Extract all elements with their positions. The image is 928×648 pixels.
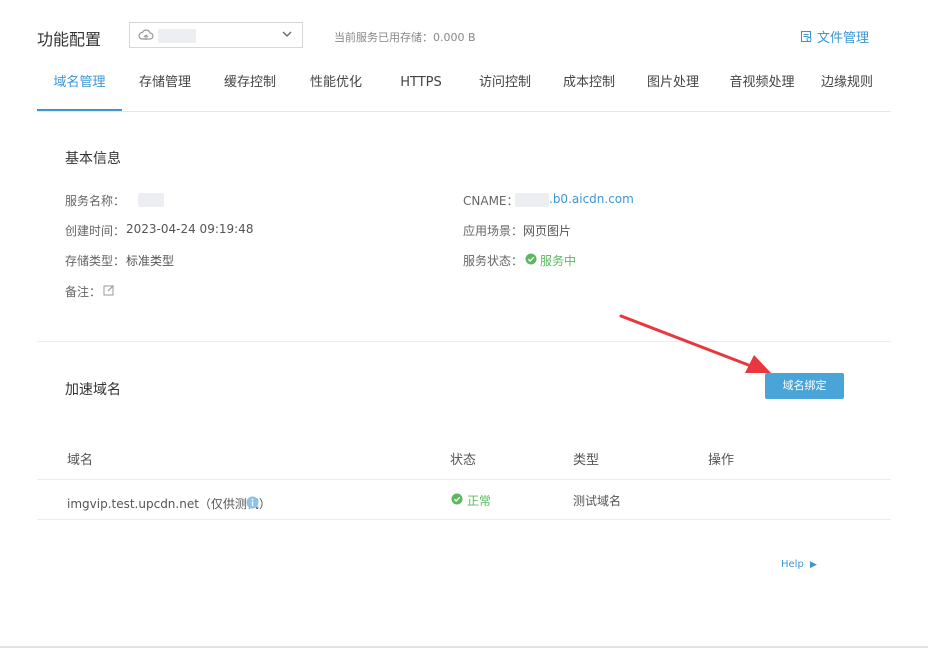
file-icon bbox=[800, 30, 812, 43]
bind-domain-button[interactable]: 域名绑定 bbox=[765, 373, 844, 399]
info-icon[interactable] bbox=[246, 496, 259, 509]
storage-type-label: 存储类型： bbox=[65, 254, 126, 268]
help-link[interactable]: Help ▶ bbox=[781, 559, 817, 570]
tab-cache-control[interactable]: 缓存控制 bbox=[207, 64, 293, 110]
chevron-down-icon bbox=[282, 31, 292, 37]
remark-label: 备注： bbox=[65, 285, 102, 299]
created-time-label: 创建时间： bbox=[65, 224, 126, 238]
column-header-type: 类型 bbox=[573, 453, 600, 468]
domains-title: 加速域名 bbox=[65, 382, 121, 398]
storage-usage: 当前服务已用存储：0.000 B bbox=[334, 29, 476, 45]
tab-storage-management[interactable]: 存储管理 bbox=[123, 64, 207, 110]
service-select[interactable] bbox=[129, 22, 303, 48]
play-triangle-icon: ▶ bbox=[810, 560, 817, 570]
cname-label: CNAME： bbox=[463, 194, 519, 208]
type-cell: 测试域名 bbox=[573, 494, 622, 508]
cloud-icon bbox=[138, 29, 154, 40]
cname-value[interactable]: .b0.aicdn.com bbox=[549, 192, 634, 206]
storage-type-value: 标准类型 bbox=[126, 254, 175, 268]
tab-bar: 域名管理 存储管理 缓存控制 性能优化 HTTPS 访问控制 成本控制 图片处理… bbox=[37, 64, 891, 112]
tab-image-processing[interactable]: 图片处理 bbox=[631, 64, 715, 110]
scene-value: 网页图片 bbox=[523, 224, 572, 238]
service-status-value: 服务中 bbox=[540, 254, 577, 268]
file-manage-label: 文件管理 bbox=[817, 31, 870, 46]
check-circle-icon bbox=[525, 253, 537, 265]
tab-cost-control[interactable]: 成本控制 bbox=[547, 64, 631, 110]
created-time-value: 2023-04-24 09:19:48 bbox=[126, 222, 254, 236]
annotation-arrow bbox=[619, 314, 771, 373]
page-title: 功能配置 bbox=[37, 30, 102, 49]
service-name-redacted bbox=[158, 29, 196, 43]
tab-performance[interactable]: 性能优化 bbox=[293, 64, 379, 110]
storage-usage-value: 0.000 B bbox=[433, 31, 476, 44]
tab-https[interactable]: HTTPS bbox=[379, 64, 463, 110]
scene-label: 应用场景： bbox=[463, 224, 524, 238]
file-manage-link[interactable]: 文件管理 bbox=[800, 27, 869, 46]
domain-cell: imgvip.test.upcdn.net（仅供测试） bbox=[67, 497, 271, 511]
status-cell: 正常 bbox=[467, 494, 492, 508]
check-circle-icon bbox=[451, 493, 463, 505]
storage-usage-label: 当前服务已用存储： bbox=[334, 31, 433, 44]
tab-access-control[interactable]: 访问控制 bbox=[463, 64, 547, 110]
edit-icon[interactable] bbox=[103, 284, 115, 296]
basic-info-title: 基本信息 bbox=[65, 151, 121, 167]
column-header-status: 状态 bbox=[450, 453, 477, 468]
column-header-domain: 域名 bbox=[67, 453, 94, 468]
table-row: imgvip.test.upcdn.net（仅供测试） 正常 测试域名 bbox=[37, 480, 891, 519]
tab-edge-rules[interactable]: 边缘规则 bbox=[809, 64, 885, 110]
cname-prefix-redacted bbox=[515, 193, 549, 207]
table-bottom-divider bbox=[37, 519, 891, 520]
service-status-label: 服务状态： bbox=[463, 254, 524, 268]
service-name-value-redacted bbox=[138, 193, 164, 207]
column-header-action: 操作 bbox=[708, 453, 735, 468]
tab-domain-management[interactable]: 域名管理 bbox=[37, 64, 122, 111]
service-name-label: 服务名称： bbox=[65, 194, 126, 208]
tab-av-processing[interactable]: 音视频处理 bbox=[715, 64, 809, 110]
help-label: Help bbox=[781, 559, 804, 570]
